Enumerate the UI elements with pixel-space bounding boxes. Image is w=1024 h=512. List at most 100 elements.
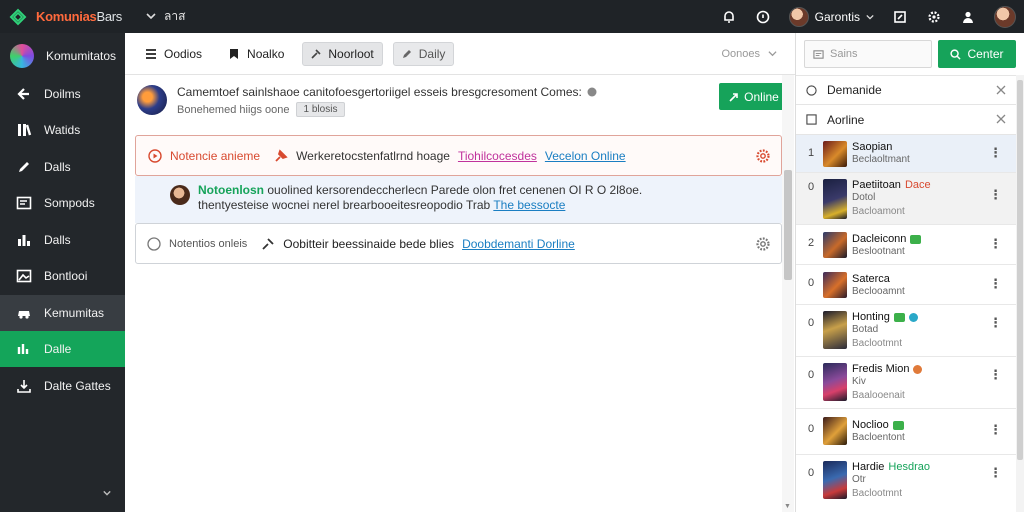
car-icon [16, 305, 32, 321]
more-icon[interactable]: ⋮ [989, 465, 1002, 481]
player-thumbnail [823, 272, 847, 298]
filter-aorline[interactable]: Aorline [796, 105, 1024, 135]
list-item[interactable]: 0 Fredis Mion Kiv Baalooenait ⋮ [796, 357, 1024, 409]
gear-icon[interactable] [755, 148, 771, 167]
list-item[interactable]: 0 Honting Botad Baclootmnt ⋮ [796, 305, 1024, 357]
menu-icon [146, 48, 156, 59]
server-avatar [10, 44, 34, 68]
search-icon [950, 48, 962, 60]
tag-badge: 1 blosis [295, 102, 346, 117]
sidebar-item-label: Doilms [44, 86, 81, 101]
filter-demanide[interactable]: Demanide [796, 75, 1024, 105]
toolbar: Oodios Noalko Noorloot Daily Oonoes [125, 33, 795, 75]
help-icon[interactable] [755, 9, 771, 25]
online-badge [892, 420, 904, 430]
list-item[interactable]: 0 Noclioo Bacloentont ⋮ [796, 409, 1024, 455]
profile-avatar[interactable] [994, 5, 1016, 28]
search-box[interactable] [804, 40, 932, 68]
player-list: 1 Saopian Beclaoltmant ⋮ 0 Paetiitoan Dac… [796, 135, 1024, 507]
sidebar-item-dalls[interactable]: Dalls [0, 149, 125, 185]
notice-link[interactable]: Doobdemanti Dorline [462, 237, 575, 251]
alert-message: Notencie anieme Werkeretocstenfatlrnd ho… [135, 135, 782, 176]
user-icon[interactable] [960, 9, 976, 25]
arrow-left-icon [16, 86, 32, 102]
list-item[interactable]: 2 Dacleiconn Beslootnant ⋮ [796, 225, 1024, 265]
sidebar-item-dalte-gattes[interactable]: Dalte Gattes [0, 368, 125, 404]
more-icon[interactable]: ⋮ [989, 276, 1002, 292]
workspace-switcher[interactable]: ลาส [146, 7, 185, 26]
top-bar: KomuniasBars ลาส Garontis [0, 0, 1024, 33]
main-scrollbar[interactable]: ▼ [782, 75, 794, 512]
scrollbar-thumb[interactable] [1017, 80, 1023, 460]
sidebar-item-server[interactable]: Komumitatos [0, 37, 125, 75]
toolbar-btn-noorloot[interactable]: Noorloot [302, 41, 383, 66]
chevron-down-icon[interactable] [103, 486, 111, 500]
sidebar-item-kemumitas[interactable]: Kemumitas [0, 294, 125, 331]
close-icon[interactable] [996, 84, 1006, 98]
sidebar-item-dalle[interactable]: Dalle [0, 331, 125, 367]
sidebar-item-label: Dalle [44, 342, 72, 356]
sidebar-item-dalls-2[interactable]: Dalls [0, 222, 125, 258]
app-logo[interactable]: KomuniasBars [0, 7, 146, 27]
more-icon[interactable]: ⋮ [989, 145, 1002, 161]
sidebar-item-label: Kemumitas [44, 305, 105, 320]
bell-icon[interactable] [721, 9, 737, 25]
more-icon[interactable]: ⋮ [989, 367, 1002, 383]
pencil-icon [402, 49, 411, 58]
export-icon[interactable] [892, 9, 908, 25]
arrow-icon [729, 92, 738, 102]
player-thumbnail [823, 417, 847, 445]
reply-text: Notoenlosn ouolined kersorendeccherlecn … [198, 183, 643, 212]
sidebar-item-sompods[interactable]: Sompods [0, 185, 125, 221]
online-button[interactable]: Online [719, 83, 789, 110]
player-thumbnail [823, 179, 847, 219]
circle-icon [147, 236, 161, 251]
alert-link-2[interactable]: Vecelon Online [545, 149, 626, 163]
toolbar-btn-oodios[interactable]: Oodios [137, 42, 210, 66]
center-button[interactable]: Center [938, 40, 1016, 68]
right-panel: Center Demanide Aorline 1 Saopian Beclao… [796, 33, 1024, 512]
list-item[interactable]: 0 Saterca Beclooamnt ⋮ [796, 265, 1024, 305]
chevron-down-icon [146, 10, 156, 24]
sidebar-item-bontlooi[interactable]: Bontlooi [0, 258, 125, 294]
list-item[interactable]: 0 Hardie Hesdrao Otr Baclootmnt ⋮ [796, 455, 1024, 507]
sidebar-item-label: Dalls [44, 159, 71, 174]
info-icon [587, 87, 597, 97]
gear-icon[interactable] [755, 236, 771, 255]
more-icon[interactable]: ⋮ [989, 236, 1002, 252]
close-icon[interactable] [996, 113, 1006, 127]
reply-link[interactable]: The bessocte [493, 198, 565, 212]
player-thumbnail [823, 311, 847, 349]
user-menu[interactable]: Garontis [788, 6, 874, 27]
pencil-icon [16, 159, 32, 175]
pin-icon [275, 148, 288, 162]
conversation-subtitle: Bonehemed hiigs oone 1 blosis [177, 102, 346, 117]
more-icon[interactable]: ⋮ [989, 315, 1002, 331]
conversation-avatar [137, 85, 167, 115]
settings-icon[interactable] [926, 9, 942, 25]
toolbar-btn-daily[interactable]: Daily [392, 41, 455, 66]
sidebar-item-label: Komumitatos [46, 49, 117, 63]
alert-link-1[interactable]: Tiohilcocesdes [458, 149, 537, 163]
import-icon [16, 378, 32, 394]
brand-name: KomuniasBars [36, 9, 122, 24]
sidebar-item-watids[interactable]: Watids [0, 112, 125, 148]
sidebar-item-label: Sompods [44, 196, 95, 210]
play-circle-icon [148, 148, 162, 163]
list-item[interactable]: 0 Paetiitoan Dace Dotol Bacloamont ⋮ [796, 173, 1024, 225]
toolbar-btn-noalko[interactable]: Noalko [220, 42, 292, 66]
main-panel: Oodios Noalko Noorloot Daily Oonoes Came… [125, 33, 796, 512]
search-input[interactable] [830, 48, 925, 60]
online-badge [893, 312, 905, 322]
scrollbar-thumb[interactable] [784, 170, 792, 280]
chart-icon [16, 232, 32, 248]
more-icon[interactable]: ⋮ [989, 422, 1002, 438]
toolbar-dropdown[interactable]: Oonoes [721, 48, 777, 60]
more-icon[interactable]: ⋮ [989, 187, 1002, 203]
terminal-icon [16, 195, 32, 211]
right-scrollbar[interactable] [1016, 75, 1024, 512]
scroll-down-arrow[interactable]: ▼ [784, 503, 791, 510]
sidebar-item-doilms[interactable]: Doilms [0, 76, 125, 112]
list-item[interactable]: 1 Saopian Beclaoltmant ⋮ [796, 135, 1024, 173]
leaf-logo-icon [9, 8, 27, 25]
